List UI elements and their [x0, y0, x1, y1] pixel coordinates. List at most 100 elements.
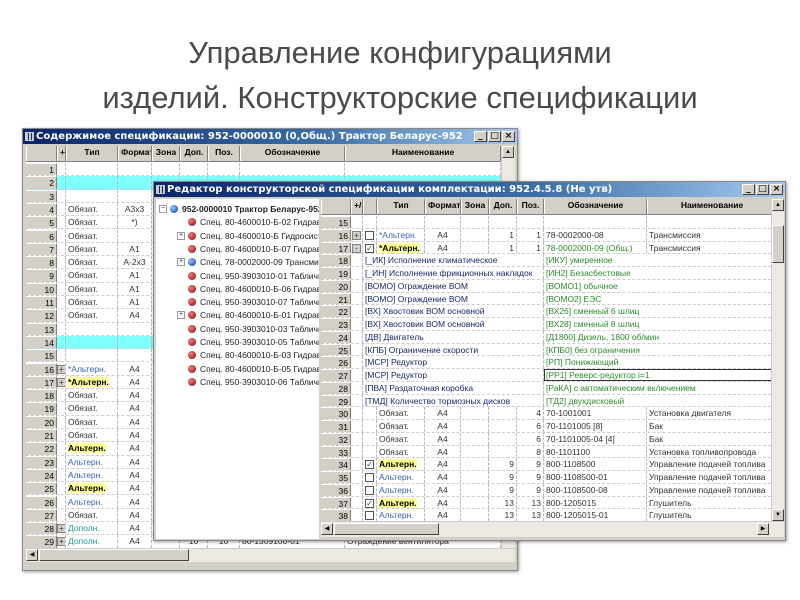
column-header[interactable]: Тип [377, 199, 425, 214]
scroll-thumb[interactable] [334, 523, 439, 535]
table-row[interactable]: 31 Обязат. А4 6 70-1101005 [8] Бак [321, 420, 771, 433]
title-bar[interactable]: Редактор конструкторской спецификации ко… [154, 182, 785, 197]
option-value[interactable]: [ВОМО2] ЕЭС [544, 293, 771, 305]
table-row[interactable]: 26 [МСР] Редуктор [РП] Понижающий [321, 356, 771, 369]
close-button[interactable]: × [770, 184, 783, 195]
include-checkbox[interactable]: ✓ [365, 460, 374, 470]
column-header[interactable]: +/- [57, 146, 66, 161]
cell-chk[interactable] [363, 483, 377, 496]
expand-icon[interactable]: − [159, 205, 167, 213]
tree-item[interactable]: Спец. 80-4600010-Б-01 Гидравлика [188, 309, 319, 322]
cell-chk[interactable] [363, 445, 377, 458]
scroll-left-button[interactable]: ◀ [26, 549, 38, 561]
expand-toggle[interactable]: + [57, 535, 66, 548]
option-value[interactable]: [РаКА] с автоматическим включением [544, 382, 771, 394]
expand-icon[interactable]: + [177, 231, 185, 240]
horizontal-scrollbar[interactable]: ◀ [26, 548, 515, 562]
table-row[interactable]: 25 [КПБ] Ограничение скорости [КПБ0] без о… [321, 343, 771, 357]
tree-item[interactable]: Спец. 80-4600010-Б-06 Гидравлика [188, 283, 319, 296]
table-row[interactable]: 37 ✓ Альтерн. А4 13 13 800-1205015 Глушитель [321, 496, 771, 510]
expand-toggle[interactable]: + [351, 228, 363, 241]
table-row[interactable]: 36 Альтерн. А4 9 9 800-1108500-08 Управление п… [321, 483, 771, 497]
title-bar[interactable]: Содержимое спецификации: 952-0000010 (0,… [23, 129, 517, 144]
table-row[interactable]: 33 Обязат. А4 8 80-1101100 Установка топливоп… [321, 445, 771, 459]
expand-icon[interactable]: + [177, 311, 185, 320]
tree-item[interactable]: Спец. 80-4600010-Б Гидросистема [188, 230, 319, 243]
option-value[interactable]: [Д1800] Дизель, 1800 об/мин [544, 331, 771, 343]
horizontal-scrollbar[interactable]: ◀ ▶ [321, 521, 784, 537]
tree-item[interactable]: Спец. 80-4600010-Б-05 Гидравлика [188, 363, 319, 376]
tree-item[interactable]: Спец. 950-3903010-01 Табличка [188, 270, 319, 283]
expand-button[interactable]: + [57, 537, 65, 547]
column-header[interactable]: +/- [351, 199, 363, 214]
option-value[interactable]: [ВХ26] сменный 6 шлиц [544, 305, 771, 317]
cell-chk[interactable] [363, 509, 377, 521]
cell-chk[interactable]: ✓ [363, 241, 377, 254]
column-header[interactable] [321, 199, 351, 214]
column-header[interactable]: Формат [118, 146, 152, 161]
table-row[interactable]: 15 [321, 216, 771, 229]
vertical-scrollbar[interactable]: ▲ ▼ [771, 199, 784, 521]
expand-button[interactable]: + [57, 377, 65, 387]
include-checkbox[interactable] [365, 230, 374, 240]
option-value[interactable]: [РР1] Реверс-редуктор i=1 [544, 369, 771, 381]
tree-item[interactable]: Спец. 950-3903010-05 Табличка [188, 336, 319, 349]
column-header[interactable]: Наименование [647, 199, 771, 214]
table-row[interactable]: 20 [ВОМО] Ограждение ВОМ [ВОМО1] обычное [321, 279, 771, 293]
expand-toggle[interactable]: + [57, 522, 66, 535]
maximize-button[interactable]: □ [756, 184, 769, 195]
expand-button[interactable]: + [57, 524, 65, 534]
tree-item[interactable]: 952-0000010 Трактор Беларус-952 [170, 203, 319, 216]
table-row[interactable]: 34 ✓ Альтерн. А4 9 9 800-1108500 Управление под… [321, 458, 771, 471]
include-checkbox[interactable] [365, 473, 374, 482]
scroll-right-button[interactable]: ▶ [757, 523, 769, 535]
table-row[interactable]: 1 [26, 163, 501, 177]
table-row[interactable]: 30 Обязат. А4 4 70-1001001 Установка двигател… [321, 407, 771, 420]
expand-button[interactable]: + [57, 364, 65, 374]
tree-item[interactable]: Спец. 950-3903010-06 Табличка [188, 376, 319, 389]
expand-button[interactable]: + [352, 230, 361, 240]
expand-icon[interactable]: + [177, 258, 185, 267]
option-value[interactable]: [ТД2] двухдисковый [544, 395, 771, 407]
scroll-up-button[interactable]: ▲ [502, 146, 514, 158]
option-value[interactable]: [ВХ28] сменный 8 шлиц [544, 318, 771, 330]
minimize-button[interactable]: _ [742, 184, 755, 195]
table-row[interactable]: 17- ✓ *Альтерн. А4 1 1 78-0002000-09 (Общ.) Тра… [321, 241, 771, 255]
column-header[interactable]: Зона [152, 146, 180, 161]
column-header[interactable]: Обозначение [240, 146, 345, 161]
table-row[interactable]: 22 [ВХ] Хвостовик ВОМ основной [ВХ26] смен… [321, 305, 771, 318]
table-row[interactable]: 28 [ПВА] Раздаточная коробка [РаКА] с авто… [321, 381, 771, 395]
expand-toggle[interactable]: + [57, 375, 66, 389]
table-row[interactable]: 29 [ТМД] Количество тормозных дисков [ТД2]… [321, 394, 771, 408]
scroll-left-button[interactable]: ◀ [321, 523, 333, 535]
column-header[interactable]: Формат [425, 199, 461, 214]
minimize-button[interactable]: _ [474, 131, 487, 142]
scroll-thumb[interactable] [772, 225, 784, 263]
table-row[interactable]: 16 + *Альтерн. А4 1 1 78-0002000-08 Трансмиссия [321, 228, 771, 242]
table-row[interactable]: 23 [ВХ] Хвостовик ВОМ основной [ВХ28] смен… [321, 318, 771, 331]
table-row[interactable]: 24 [ДВ] Двигатель [Д1800] Дизель, 1800 об/… [321, 330, 771, 344]
column-header[interactable]: Обозначение [544, 199, 647, 214]
cell-chk[interactable] [363, 228, 377, 241]
scroll-down-button[interactable]: ▼ [772, 509, 784, 521]
cell-chk[interactable] [363, 407, 377, 419]
cell-chk[interactable] [363, 471, 377, 483]
tree-item[interactable]: Спец. 78-0002000-09 Трансмиссия [188, 256, 319, 269]
cell-chk[interactable]: ✓ [363, 496, 377, 509]
column-header[interactable]: Наименование [345, 146, 501, 161]
include-checkbox[interactable] [365, 485, 374, 495]
column-header[interactable] [26, 146, 57, 161]
column-header[interactable]: Поз. [208, 146, 240, 161]
table-row[interactable]: 19 [_ИН] Исполнение фрикционных накладок[… [321, 267, 771, 280]
table-row[interactable]: 18 [_ИК] Исполнение климатическое [ИКУ] ум… [321, 254, 771, 267]
tree-item[interactable]: Спец. 80-4600010-Б-03 Гидравлика [188, 349, 319, 362]
column-header[interactable]: Зона [461, 199, 489, 214]
include-checkbox[interactable] [365, 511, 374, 521]
expand-toggle[interactable]: - [351, 241, 363, 254]
close-button[interactable]: × [502, 131, 515, 142]
table-row[interactable]: 21 [ВОМО] Ограждение ВОМ [ВОМО2] ЕЭС [321, 292, 771, 306]
cell-chk[interactable]: ✓ [363, 458, 377, 470]
expand-button[interactable]: - [352, 243, 361, 253]
column-header[interactable]: Тип [66, 146, 118, 161]
option-value[interactable]: [РП] Понижающий [544, 356, 771, 368]
